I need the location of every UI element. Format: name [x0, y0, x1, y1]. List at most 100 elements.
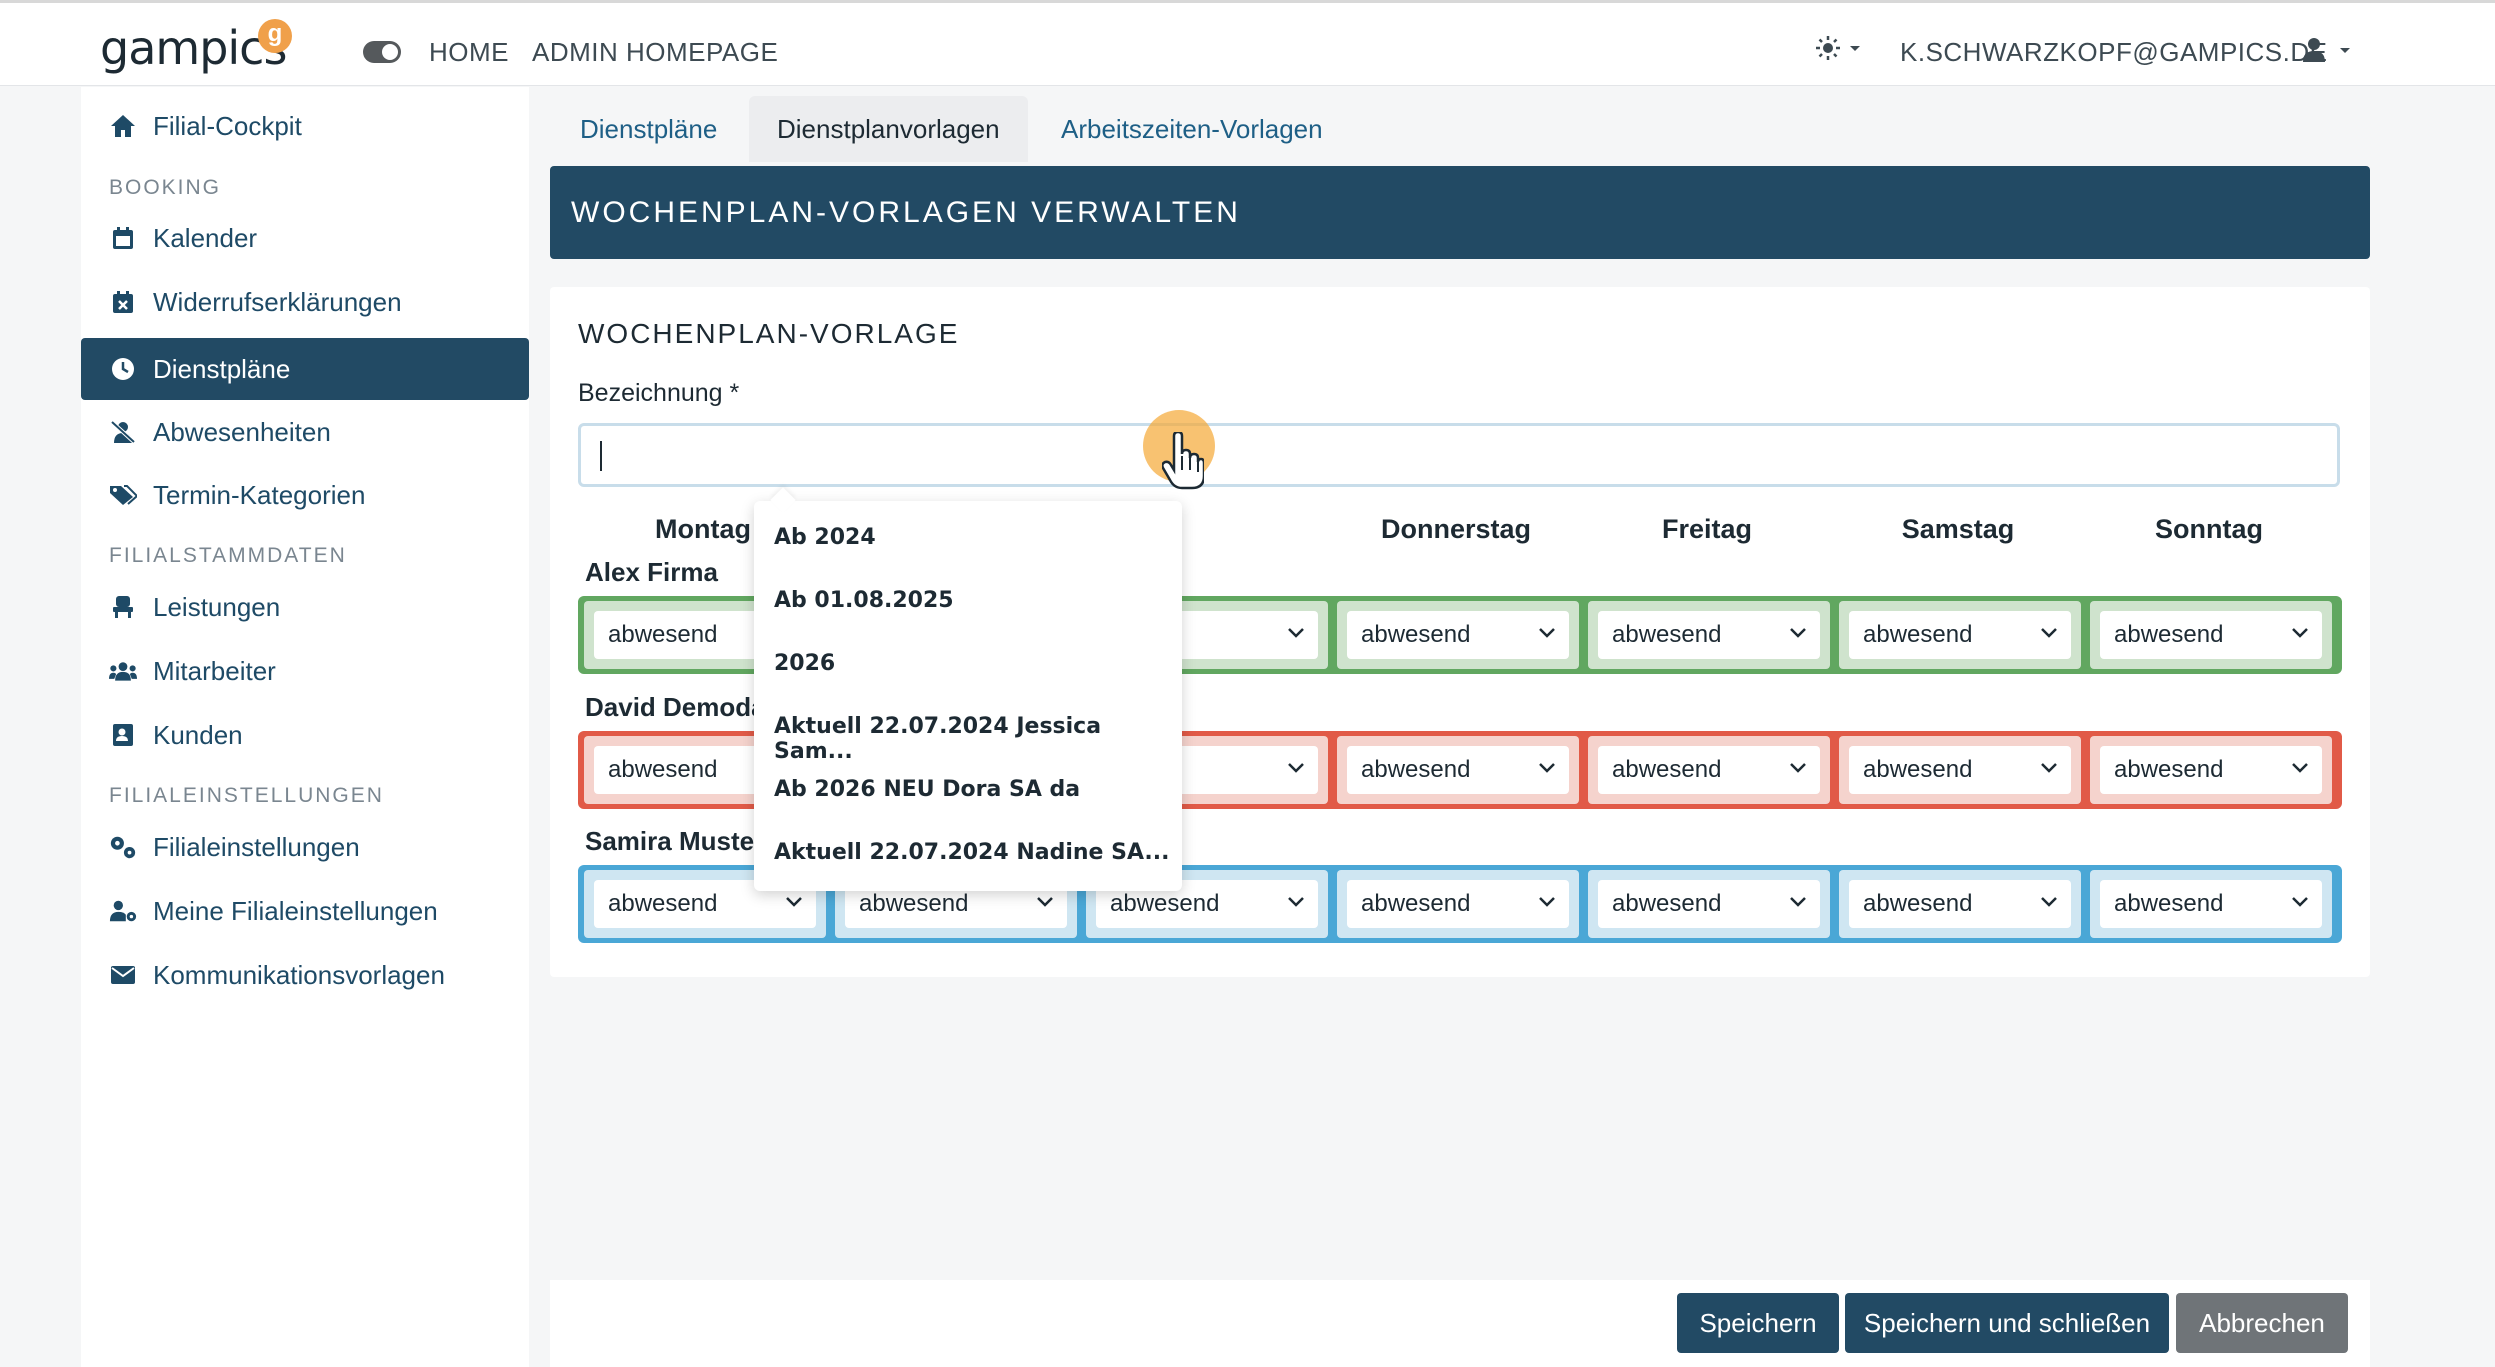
day-select[interactable]: abwesend — [1347, 880, 1569, 928]
user-email[interactable]: K.SCHWARZKOPF@GAMPICS.DE — [1900, 37, 2327, 68]
day-cell: abwesend — [1588, 601, 1830, 669]
employee-name: David Demoda — [585, 692, 766, 722]
tab-arbeitszeiten-vorlagen[interactable]: Arbeitszeiten-Vorlagen — [1033, 96, 1351, 162]
sidebar-item-dienstplaene[interactable]: Dienstpläne — [81, 338, 529, 400]
sidebar-item-label: Kommunikationsvorlagen — [153, 959, 445, 990]
bezeichnung-label: Bezeichnung * — [578, 379, 740, 407]
day-cell: abwesend — [2090, 736, 2332, 804]
chevron-down-icon — [1790, 763, 1806, 773]
day-cell: abwesend — [1588, 736, 1830, 804]
top-navbar: gampics g HOME ADMIN HOMEPAGE K.SCHWARZK… — [0, 0, 2495, 86]
day-cell: abwesend — [1588, 870, 1830, 938]
sidebar-item-kunden[interactable]: Kunden — [81, 704, 529, 766]
sidebar-item-label: Dienstpläne — [153, 353, 291, 384]
chevron-down-icon — [2041, 897, 2057, 907]
day-select[interactable]: abwesend — [1598, 880, 1820, 928]
user-menu-button[interactable] — [2302, 37, 2350, 63]
cancel-button[interactable]: Abbrechen — [2176, 1293, 2348, 1353]
envelope-icon — [109, 961, 137, 989]
sidebar-item-label: Filial-Cockpit — [153, 110, 302, 141]
sidebar-item-leistungen[interactable]: Leistungen — [81, 576, 529, 638]
chevron-down-icon — [1539, 897, 1555, 907]
sidebar-item-kommunikationsvorlagen[interactable]: Kommunikationsvorlagen — [81, 944, 529, 1006]
day-cell: abwesend — [1337, 601, 1579, 669]
dropdown-option[interactable]: Ab 01.08.2025 — [774, 588, 954, 613]
text-caret — [600, 441, 602, 471]
tags-icon — [109, 481, 137, 509]
chevron-down-icon — [2292, 897, 2308, 907]
sidebar-item-label: Kalender — [153, 222, 258, 253]
sidebar-item-termin-kategorien[interactable]: Termin-Kategorien — [81, 464, 529, 526]
calendar-x-icon — [109, 288, 137, 316]
chevron-down-icon — [1790, 897, 1806, 907]
chevron-down-icon — [1790, 628, 1806, 638]
chevron-down-icon — [1288, 628, 1304, 638]
save-button[interactable]: Speichern — [1677, 1293, 1839, 1353]
sidebar-item-label: Mitarbeiter — [153, 655, 276, 686]
cogs-icon — [109, 833, 137, 861]
home-icon — [109, 112, 137, 140]
dropdown-option[interactable]: Aktuell 22.07.2024 Jessica Sam... — [774, 714, 1182, 764]
card-title: WOCHENPLAN-VORLAGE — [578, 318, 960, 349]
sidebar-item-meine-filialeinstellungen[interactable]: Meine Filialeinstellungen — [81, 880, 529, 942]
sidebar-section-filialstammdaten: FILIALSTAMMDATEN — [109, 544, 347, 567]
day-select[interactable]: abwesend — [2100, 611, 2322, 659]
employee-name: Alex Firma — [585, 557, 718, 587]
logo-badge: g — [258, 19, 292, 53]
dropdown-option[interactable]: 2026 — [774, 651, 835, 676]
chevron-down-icon — [786, 897, 802, 907]
tab-dienstplaene[interactable]: Dienstpläne — [552, 96, 745, 162]
clock-icon — [109, 355, 137, 383]
chevron-down-icon — [1037, 897, 1053, 907]
autocomplete-dropdown: Ab 2024 Ab 01.08.2025 2026 Aktuell 22.07… — [754, 501, 1182, 891]
tab-dienstplanvorlagen[interactable]: Dienstplanvorlagen — [749, 96, 1028, 162]
chevron-down-icon — [1539, 763, 1555, 773]
day-select[interactable]: abwesend — [2100, 746, 2322, 794]
user-slash-icon — [109, 418, 137, 446]
day-select[interactable]: abwesend — [1598, 746, 1820, 794]
sidebar: Filial-Cockpit BOOKING Kalender Widerruf… — [81, 87, 529, 1367]
bezeichnung-input[interactable] — [578, 423, 2340, 487]
sidebar-toggle[interactable] — [363, 41, 401, 63]
sidebar-item-label: Widerrufserklärungen — [153, 286, 402, 317]
day-head-freitag: Freitag — [1661, 514, 1753, 544]
day-cell: abwesend — [1839, 736, 2081, 804]
sun-icon — [1816, 36, 1860, 60]
sidebar-item-kalender[interactable]: Kalender — [81, 207, 529, 269]
day-select[interactable]: abwesend — [2100, 880, 2322, 928]
day-cell: abwesend — [1337, 736, 1579, 804]
sidebar-item-filial-cockpit[interactable]: Filial-Cockpit — [81, 95, 529, 157]
sidebar-item-widerrufserklaerungen[interactable]: Widerrufserklärungen — [81, 271, 529, 333]
employee-name: Samira Muster — [585, 826, 765, 856]
day-head-samstag: Samstag — [1901, 514, 2015, 544]
sidebar-item-mitarbeiter[interactable]: Mitarbeiter — [81, 640, 529, 702]
day-select[interactable]: abwesend — [1849, 746, 2071, 794]
page-title: WOCHENPLAN-VORLAGEN VERWALTEN — [571, 196, 1241, 229]
sidebar-item-label: Abwesenheiten — [153, 416, 331, 447]
day-select[interactable]: abwesend — [1849, 611, 2071, 659]
nav-home[interactable]: HOME — [429, 37, 509, 68]
theme-toggle-button[interactable] — [1815, 35, 1863, 68]
day-head-donnerstag: Donnerstag — [1380, 514, 1532, 544]
chair-icon — [109, 593, 137, 621]
dropdown-option[interactable]: Aktuell 22.07.2024 Nadine SA... — [774, 840, 1169, 865]
day-select[interactable]: abwesend — [1347, 611, 1569, 659]
dropdown-option[interactable]: Ab 2024 — [774, 525, 876, 550]
save-and-close-button[interactable]: Speichern und schließen — [1845, 1293, 2169, 1353]
hand-pointer-icon — [1162, 432, 1204, 490]
day-select[interactable]: abwesend — [1849, 880, 2071, 928]
day-cell: abwesend — [1337, 870, 1579, 938]
sidebar-item-label: Meine Filialeinstellungen — [153, 895, 438, 926]
sidebar-item-filialeinstellungen[interactable]: Filialeinstellungen — [81, 816, 529, 878]
day-head-sonntag: Sonntag — [2155, 514, 2263, 544]
nav-admin-homepage[interactable]: ADMIN HOMEPAGE — [532, 37, 778, 68]
day-cell: abwesend — [1839, 601, 2081, 669]
chevron-down-icon — [2041, 628, 2057, 638]
sidebar-item-abwesenheiten[interactable]: Abwesenheiten — [81, 401, 529, 463]
chevron-down-icon — [1539, 628, 1555, 638]
day-cell: abwesend — [1839, 870, 2081, 938]
sidebar-item-label: Kunden — [153, 719, 243, 750]
dropdown-option[interactable]: Ab 2026 NEU Dora SA da — [774, 777, 1080, 802]
day-select[interactable]: abwesend — [1347, 746, 1569, 794]
day-select[interactable]: abwesend — [1598, 611, 1820, 659]
